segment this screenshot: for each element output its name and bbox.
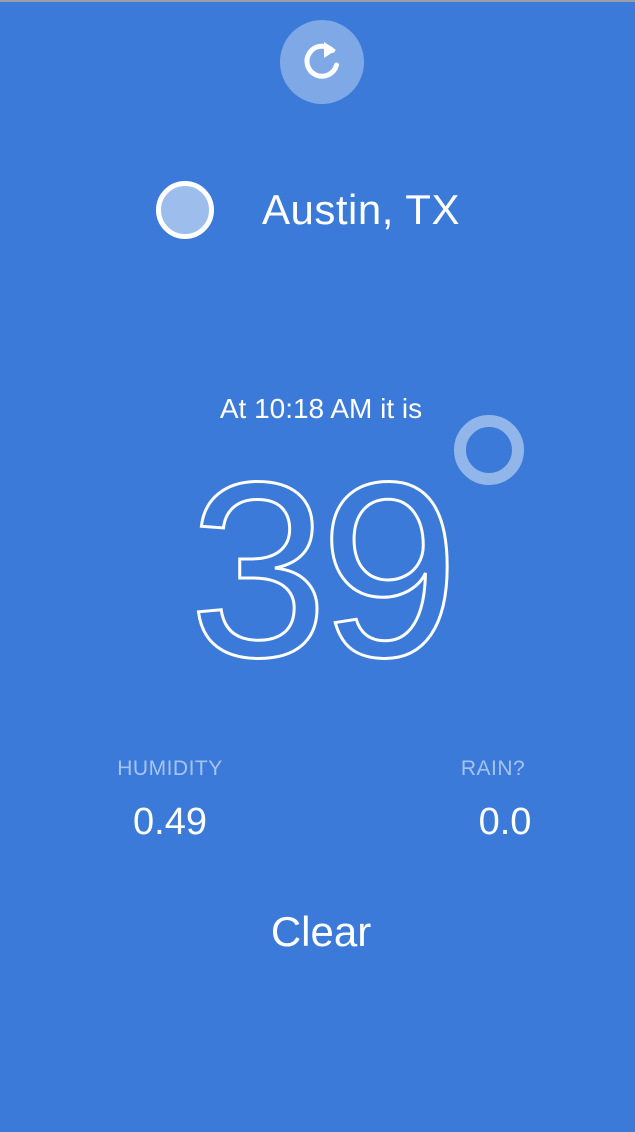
rain-stat: RAIN? 0.0 [413, 757, 573, 844]
location-row[interactable]: Austin, TX [156, 180, 460, 240]
humidity-value: 0.49 [133, 801, 207, 843]
degree-icon [454, 415, 524, 485]
refresh-icon [304, 42, 339, 79]
location-name: Austin, TX [262, 186, 460, 233]
refresh-button[interactable] [280, 20, 364, 104]
temperature-container: 39 [150, 430, 490, 709]
rain-label: RAIN? [460, 757, 526, 780]
temperature-value: 39 [187, 430, 460, 709]
rain-value: 0.0 [478, 801, 532, 843]
humidity-label: HUMIDITY [117, 757, 223, 780]
time-label: At 10:18 AM it is [219, 393, 423, 424]
weather-condition: Clear [270, 908, 372, 955]
location-dot-icon[interactable] [156, 181, 214, 239]
humidity-stat: HUMIDITY 0.49 [90, 757, 250, 844]
weather-app: Austin, TX At 10:18 AM it is 39 HUMIDITY… [0, 0, 635, 1132]
